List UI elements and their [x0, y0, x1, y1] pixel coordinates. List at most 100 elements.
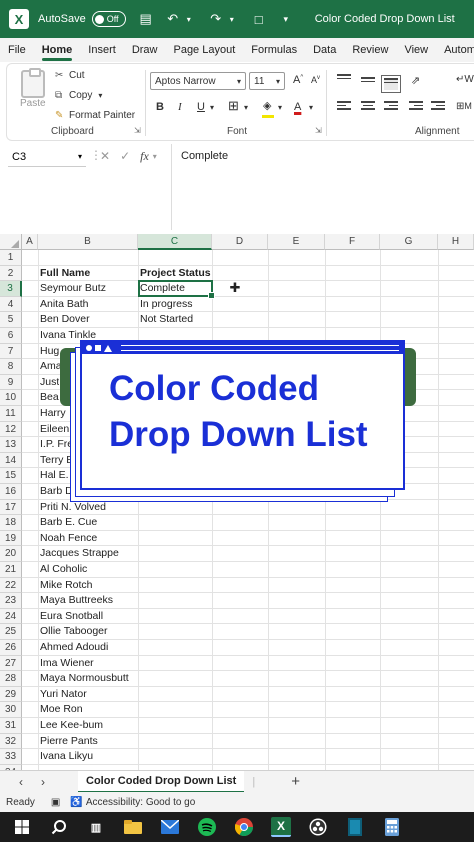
row-header-17[interactable]: 17	[0, 499, 22, 516]
decrease-font-icon[interactable]: Av	[311, 75, 320, 85]
paste-button[interactable]: Paste	[20, 98, 46, 109]
decrease-indent-icon[interactable]	[409, 101, 423, 113]
underline-dropdown-icon[interactable]: ▾	[210, 103, 214, 112]
tab-draw[interactable]: Draw	[124, 38, 166, 62]
increase-indent-icon[interactable]	[431, 101, 445, 113]
name-cell[interactable]: Maya Normousbutt	[38, 671, 129, 687]
row-header-27[interactable]: 27	[0, 655, 22, 672]
increase-font-icon[interactable]: A^	[293, 74, 303, 86]
name-cell[interactable]: Pierre Pants	[38, 734, 98, 750]
row-header-29[interactable]: 29	[0, 686, 22, 703]
windows-start-icon[interactable]	[12, 817, 32, 837]
row-header-8[interactable]: 8	[0, 359, 22, 375]
name-cell[interactable]: Seymour Butz	[38, 281, 106, 297]
column-header-a[interactable]: A	[22, 234, 38, 250]
tab-page-layout[interactable]: Page Layout	[165, 38, 243, 62]
column-header-g[interactable]: G	[380, 234, 438, 250]
name-box[interactable]: C3 ▾	[8, 147, 86, 167]
row-header-10[interactable]: 10	[0, 390, 22, 406]
excel-icon[interactable]: X	[9, 9, 29, 29]
status-cell[interactable]: In progress	[138, 297, 193, 313]
row-header-21[interactable]: 21	[0, 562, 22, 578]
row-header-12[interactable]: 12	[0, 421, 22, 438]
name-cell[interactable]: Barb E. Cue	[38, 515, 97, 531]
autosave-toggle[interactable]: Off	[91, 11, 126, 27]
name-cell[interactable]: Ivana Likyu	[38, 749, 93, 765]
merge-center-icon[interactable]: ⊞M	[456, 101, 472, 112]
copy-button[interactable]: ⧉ Copy ▾	[55, 90, 102, 101]
prev-sheet-icon[interactable]: ‹	[14, 775, 28, 789]
align-right-icon[interactable]	[384, 101, 398, 113]
row-header-4[interactable]: 4	[0, 296, 22, 313]
align-left-icon[interactable]	[337, 101, 351, 113]
tab-automate[interactable]: Automate	[436, 38, 474, 62]
borders-icon[interactable]: ⊞	[228, 98, 239, 114]
name-cell[interactable]: Lee Kee-bum	[38, 718, 103, 734]
name-cell[interactable]: Anita Bath	[38, 297, 88, 313]
font-launcher-icon[interactable]: ⇲	[315, 126, 322, 135]
name-cell[interactable]: Ollie Tabooger	[38, 624, 108, 640]
row-header-22[interactable]: 22	[0, 577, 22, 594]
tab-view[interactable]: View	[396, 38, 436, 62]
name-cell[interactable]: Ben Dover	[38, 312, 90, 328]
fill-color-icon[interactable]: ◈	[263, 99, 271, 112]
row-header-7[interactable]: 7	[0, 343, 22, 360]
tab-home[interactable]: Home	[34, 38, 81, 62]
copy-dropdown-icon[interactable]: ▾	[98, 91, 102, 100]
fill-dropdown-icon[interactable]: ▾	[278, 103, 282, 112]
column-header-c[interactable]: C	[138, 234, 212, 250]
cancel-icon[interactable]: ✕	[100, 149, 110, 164]
font-color-button[interactable]: A	[294, 101, 301, 113]
font-name-select[interactable]: Aptos Narrow ▾	[150, 72, 246, 90]
borders-dropdown-icon[interactable]: ▾	[244, 103, 248, 112]
name-cell[interactable]: Maya Buttreeks	[38, 593, 113, 609]
wrap-text-button[interactable]: ↵W	[456, 74, 474, 85]
mail-icon[interactable]	[160, 817, 180, 837]
next-sheet-icon[interactable]: ›	[36, 775, 50, 789]
italic-button[interactable]: I	[178, 101, 182, 113]
insert-function-button[interactable]: fx	[140, 149, 149, 164]
fx-dropdown-icon[interactable]: ▾	[153, 152, 157, 164]
clipboard-launcher-icon[interactable]: ⇲	[134, 126, 141, 135]
row-header-16[interactable]: 16	[0, 484, 22, 500]
row-header-31[interactable]: 31	[0, 718, 22, 734]
row-header-1[interactable]: 1	[0, 250, 22, 266]
calculator-icon[interactable]	[382, 817, 402, 837]
row-header-33[interactable]: 33	[0, 749, 22, 765]
paste-icon[interactable]	[21, 68, 45, 98]
search-icon[interactable]	[49, 817, 69, 837]
orientation-icon[interactable]: ⇗	[411, 74, 420, 87]
spotify-icon[interactable]	[197, 817, 217, 837]
align-middle-icon[interactable]	[361, 77, 375, 89]
row-header-28[interactable]: 28	[0, 671, 22, 687]
tab-review[interactable]: Review	[344, 38, 396, 62]
name-cell[interactable]: Ima Wiener	[38, 656, 94, 672]
header-full-name[interactable]: Full Name	[38, 266, 90, 282]
redo-dropdown-icon[interactable]: ▾	[225, 15, 239, 24]
file-explorer-icon[interactable]	[123, 817, 143, 837]
align-center-icon[interactable]	[361, 101, 375, 113]
row-header-11[interactable]: 11	[0, 406, 22, 422]
font-color-dropdown-icon[interactable]: ▾	[309, 103, 313, 112]
name-cell[interactable]: Ama	[38, 359, 62, 375]
underline-button[interactable]: U	[197, 101, 205, 113]
accessibility-status[interactable]: Accessibility: Good to go	[86, 797, 196, 808]
status-cell[interactable]: Not Started	[138, 312, 193, 328]
undo-icon[interactable]: ↶	[166, 11, 180, 27]
chrome-icon[interactable]	[234, 817, 254, 837]
name-cell[interactable]: Al Coholic	[38, 562, 87, 578]
sheet-tab-active[interactable]: Color Coded Drop Down List	[78, 770, 245, 793]
row-header-23[interactable]: 23	[0, 593, 22, 609]
column-header-b[interactable]: B	[38, 234, 138, 250]
row-header-15[interactable]: 15	[0, 468, 22, 484]
select-all-corner[interactable]	[0, 234, 22, 250]
row-header-14[interactable]: 14	[0, 452, 22, 469]
column-header-d[interactable]: D	[212, 234, 268, 250]
row-header-20[interactable]: 20	[0, 546, 22, 562]
name-cell[interactable]: Hug	[38, 344, 59, 360]
row-header-3[interactable]: 3	[0, 281, 22, 297]
align-top-icon[interactable]	[337, 74, 351, 86]
tab-file[interactable]: File	[0, 38, 34, 62]
customize-toolbar-icon[interactable]: ▾	[279, 14, 293, 25]
obs-icon[interactable]	[308, 817, 328, 837]
